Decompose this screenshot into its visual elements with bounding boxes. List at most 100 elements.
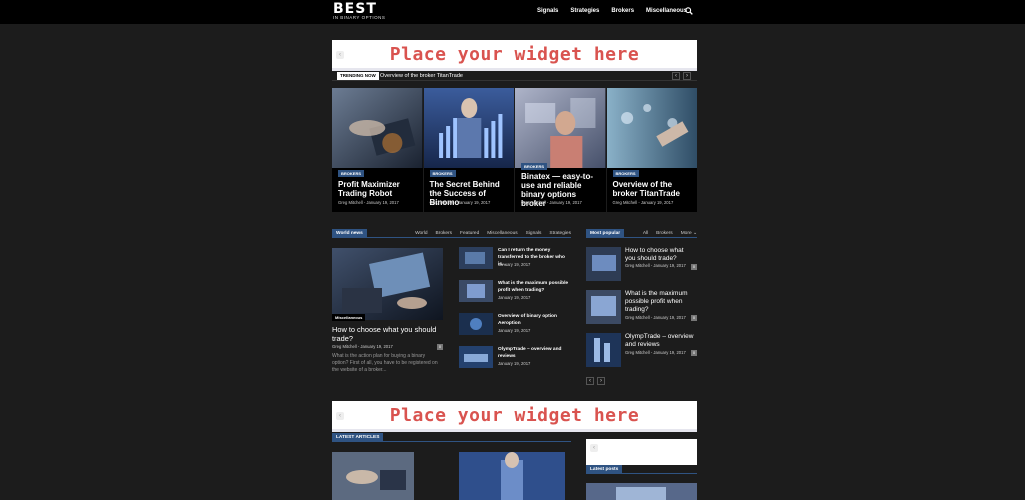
featured-image <box>332 88 423 168</box>
list-item[interactable]: How to choose what you should trade? Gre… <box>586 247 697 283</box>
tab-strategies[interactable]: Strategies <box>549 229 571 238</box>
featured-title[interactable]: Overview of the broker TitanTrade <box>613 180 694 198</box>
ad-prev-icon[interactable]: ‹ <box>590 444 598 452</box>
list-item[interactable]: What is the maximum possible profit when… <box>459 280 571 306</box>
featured-image <box>515 88 606 168</box>
featured-card[interactable]: BROKERS Overview of the broker TitanTrad… <box>606 88 697 212</box>
featured-image <box>606 88 697 168</box>
latest-article-image[interactable] <box>332 452 414 500</box>
author[interactable]: Greg Mitchell <box>521 200 546 205</box>
list-item[interactable]: OlympTrade – overview and reviews Januar… <box>459 346 571 372</box>
list-item-meta: Greg Mitchell - January 19, 2017 <box>625 263 686 268</box>
tab-featured[interactable]: Featured <box>460 229 479 238</box>
list-item[interactable]: What is the maximum possible profit when… <box>586 290 697 326</box>
latest-articles-label: LATEST ARTICLES <box>332 433 384 442</box>
list-item-title[interactable]: What is the maximum possible profit when… <box>625 290 695 314</box>
thumbnail <box>459 247 493 269</box>
chevron-down-icon: ⌄ <box>692 231 697 236</box>
category-badge[interactable]: BROKERS <box>429 170 456 177</box>
thumbnail <box>459 313 493 335</box>
featured-title[interactable]: Profit Maximizer Trading Robot <box>338 180 419 198</box>
author[interactable]: Greg Mitchell <box>625 350 650 355</box>
search-icon[interactable] <box>685 7 693 15</box>
author[interactable]: Greg Mitchell <box>613 200 638 205</box>
comment-count[interactable]: 0 <box>691 264 697 270</box>
most-popular-prev-button[interactable]: ‹ <box>586 377 594 385</box>
thumbnail <box>459 280 493 302</box>
date: January 19, 2017 <box>653 350 686 355</box>
tab-world[interactable]: World <box>415 229 427 238</box>
date: January 19, 2017 <box>498 262 531 267</box>
author[interactable]: Greg Mitchell <box>625 315 650 320</box>
list-item-title[interactable]: Overview of binary option Aeroption <box>498 313 571 327</box>
world-news-tabs: World Brokers Featured Miscellaneous Sig… <box>415 229 571 238</box>
list-item[interactable]: Can I return the money transferred to th… <box>459 247 571 273</box>
author[interactable]: Greg Mitchell <box>332 344 357 349</box>
featured-meta: Greg Mitchell - January 19, 2017 <box>612 200 674 205</box>
world-news-header: World news World Brokers Featured Miscel… <box>332 229 571 238</box>
list-item-meta: Greg Mitchell - January 19, 2017 <box>625 315 686 320</box>
tab-all[interactable]: All <box>643 229 648 238</box>
world-news-main-title[interactable]: How to choose what you should trade? <box>332 325 447 343</box>
list-item-title[interactable]: What is the maximum possible profit when… <box>498 280 571 294</box>
category-badge[interactable]: Miscellaneous <box>332 314 366 321</box>
ad-widget-bottom[interactable]: ‹ Place your widget here <box>332 401 697 432</box>
top-bar: BEST IN BINARY OPTIONS Signals Strategie… <box>0 0 1025 24</box>
list-item-title[interactable]: OlympTrade – overview and reviews <box>498 346 571 360</box>
main-nav: Signals Strategies Brokers Miscellaneous <box>537 8 687 14</box>
list-item-meta: Greg Mitchell - January 19, 2017 <box>625 350 686 355</box>
thumbnail <box>586 333 621 367</box>
comment-count[interactable]: 0 <box>691 315 697 321</box>
tab-more[interactable]: More ⌄ <box>681 229 697 238</box>
date: January 19, 2017 <box>549 200 582 205</box>
list-item-title[interactable]: How to choose what you should trade? <box>625 247 695 263</box>
list-item-title[interactable]: OlympTrade – overview and reviews <box>625 333 695 349</box>
sidebar-widget[interactable]: ‹ <box>586 439 697 465</box>
featured-card[interactable]: BROKERS Profit Maximizer Trading Robot G… <box>332 88 423 212</box>
tab-signals[interactable]: Signals <box>526 229 542 238</box>
comment-count[interactable]: 0 <box>691 350 697 356</box>
logo-subtitle: IN BINARY OPTIONS <box>333 15 386 20</box>
site-logo[interactable]: BEST IN BINARY OPTIONS <box>333 2 386 20</box>
tab-miscellaneous[interactable]: Miscellaneous <box>487 229 517 238</box>
thumbnail <box>586 247 621 281</box>
author[interactable]: Greg Mitchell <box>625 263 650 268</box>
comment-count[interactable]: 0 <box>437 344 443 350</box>
date: January 19, 2017 <box>366 200 399 205</box>
trending-title[interactable]: Overview of the broker TitanTrade <box>380 72 463 80</box>
featured-card[interactable]: BROKERS Binatex — easy-to-use and reliab… <box>515 88 606 212</box>
latest-post-image[interactable] <box>586 483 697 500</box>
latest-articles-header: LATEST ARTICLES <box>332 433 571 442</box>
trending-prev-button[interactable]: ‹ <box>672 72 680 80</box>
divider <box>332 80 697 81</box>
date: January 19, 2017 <box>457 200 491 205</box>
category-badge[interactable]: BROKERS <box>612 170 639 177</box>
date: January 19, 2017 <box>360 344 393 349</box>
author[interactable]: Greg Mitchell <box>338 200 363 205</box>
list-item[interactable]: OlympTrade – overview and reviews Greg M… <box>586 333 697 369</box>
most-popular-next-button[interactable]: › <box>597 377 605 385</box>
nav-miscellaneous[interactable]: Miscellaneous <box>646 8 687 14</box>
date: January 19, 2017 <box>640 200 674 205</box>
author[interactable]: Greg Mitchell <box>430 200 455 205</box>
world-news-main-meta: Greg Mitchell - January 19, 2017 <box>332 344 393 349</box>
nav-strategies[interactable]: Strategies <box>570 8 599 14</box>
featured-meta: Greg Mitchell - January 19, 2017 <box>521 200 582 205</box>
ad-widget-top[interactable]: ‹ Place your widget here <box>332 40 697 71</box>
list-item[interactable]: Overview of binary option Aeroption Janu… <box>459 313 571 339</box>
nav-brokers[interactable]: Brokers <box>611 8 634 14</box>
tab-brokers[interactable]: Brokers <box>656 229 673 238</box>
trending-next-button[interactable]: › <box>683 72 691 80</box>
most-popular-label: Most popular <box>586 229 625 238</box>
world-news-main-image[interactable] <box>332 248 443 320</box>
ad-text: Place your widget here <box>389 405 640 426</box>
world-news-label: World news <box>332 229 367 238</box>
featured-card[interactable]: BROKERS The Secret Behind the Success of… <box>423 88 514 212</box>
nav-signals[interactable]: Signals <box>537 8 558 14</box>
tab-brokers[interactable]: Brokers <box>436 229 453 238</box>
category-badge[interactable]: BROKERS <box>521 163 548 170</box>
featured-meta: Greg Mitchell - January 19, 2017 <box>429 200 491 205</box>
category-badge[interactable]: BROKERS <box>338 170 365 177</box>
latest-article-image[interactable] <box>459 452 565 500</box>
tab-more-label: More <box>680 231 692 236</box>
